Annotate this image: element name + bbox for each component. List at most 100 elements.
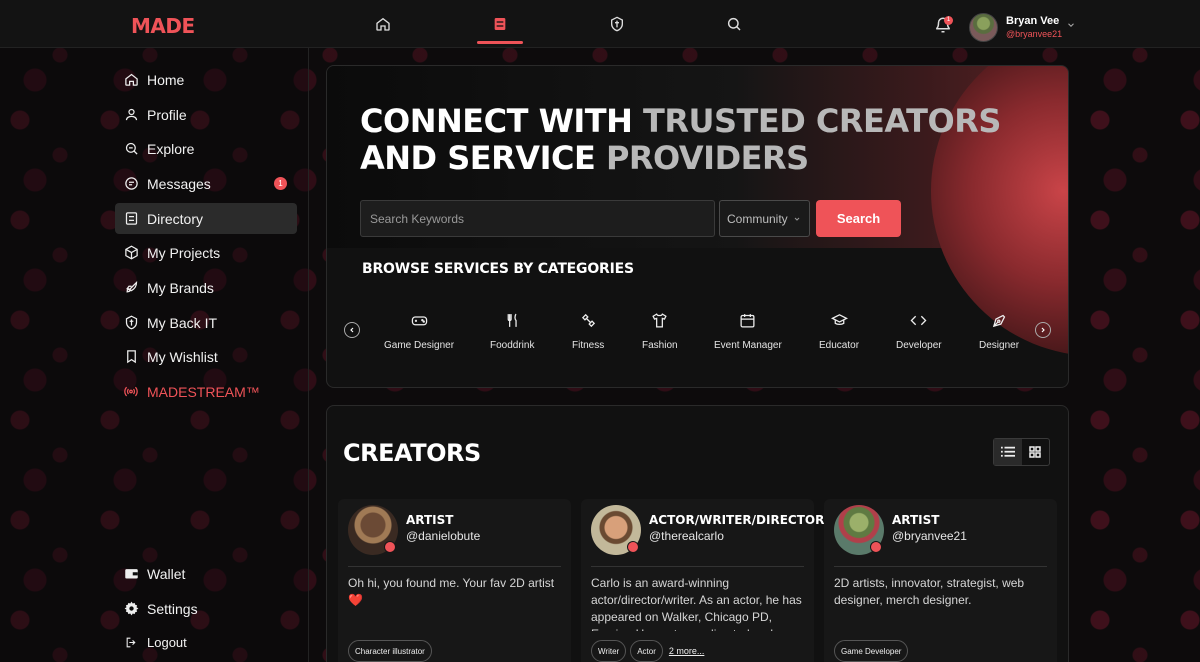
category-fitness[interactable]: Fitness xyxy=(572,311,604,351)
rocket-icon xyxy=(123,280,139,296)
creator-bio: Oh hi, you found me. Your fav 2D artist❤… xyxy=(348,576,555,607)
creator-tag[interactable]: Game Developer xyxy=(834,640,909,662)
sidebar-item-my-brands[interactable]: My Brands xyxy=(115,272,297,303)
grid-view-button[interactable] xyxy=(1022,439,1050,465)
creator-handle[interactable]: @therealcarlo xyxy=(649,529,724,543)
user-avatar[interactable] xyxy=(969,13,998,42)
sidebar-item-wallet[interactable]: Wallet xyxy=(115,558,297,589)
divider xyxy=(591,566,804,567)
category-label: Game Designer xyxy=(384,340,455,351)
creator-bio: Carlo is an award-winning actor/director… xyxy=(591,576,802,631)
categories-next-button[interactable] xyxy=(1035,322,1051,338)
sidebar-item-logout[interactable]: Logout xyxy=(115,627,297,658)
creator-handle[interactable]: @bryanvee21 xyxy=(892,529,967,543)
hero-title: CONNECT WITH TRUSTED CREATORS AND SERVIC… xyxy=(360,102,1001,177)
search-button[interactable]: Search xyxy=(816,200,901,237)
grid-icon xyxy=(1029,446,1041,458)
code-icon xyxy=(910,311,927,329)
sidebar-item-settings[interactable]: Settings xyxy=(115,593,297,624)
sidebar-item-label: Directory xyxy=(147,210,204,227)
dumbbell-icon xyxy=(580,311,597,329)
logout-icon xyxy=(123,635,139,651)
shield-icon xyxy=(123,315,139,331)
sidebar-item-label: My Brands xyxy=(147,279,214,296)
chevron-down-icon[interactable] xyxy=(1066,20,1076,30)
user-name[interactable]: Bryan Vee xyxy=(1006,15,1059,27)
creator-tag[interactable]: Actor xyxy=(630,640,663,662)
top-nav-home[interactable] xyxy=(360,0,406,48)
creator-handle[interactable]: @danielobute xyxy=(406,529,480,543)
creator-card[interactable]: ACTOR/WRITER/DIRECTOR @therealcarlo Carl… xyxy=(581,499,824,662)
sidebar-item-my-back-it[interactable]: My Back IT xyxy=(115,307,297,338)
top-nav xyxy=(360,0,828,48)
top-bar: MADE 1 Bryan Vee @bryanvee21 xyxy=(0,0,1200,48)
pen-tool-icon xyxy=(991,311,1008,329)
directory-icon xyxy=(494,18,506,30)
gear-icon xyxy=(123,601,139,617)
categories-prev-button[interactable] xyxy=(344,322,360,338)
sidebar-item-label: My Projects xyxy=(147,244,221,261)
utensils-icon xyxy=(504,311,521,329)
messages-badge: 1 xyxy=(274,177,287,190)
browse-categories-title: BROWSE SERVICES BY CATEGORIES xyxy=(362,261,634,277)
sidebar-item-label: Messages xyxy=(147,175,211,192)
sidebar-item-label: Explore xyxy=(147,140,195,157)
sidebar-item-directory[interactable]: Directory xyxy=(115,203,297,234)
creator-tag[interactable]: Character illustrator xyxy=(348,640,432,662)
category-label: Event Manager xyxy=(714,340,782,351)
creator-card[interactable]: ARTIST @danielobute Oh hi, you found me.… xyxy=(338,499,571,662)
more-tags-link[interactable]: 2 more... xyxy=(669,646,705,656)
sidebar-item-profile[interactable]: Profile xyxy=(115,99,297,130)
list-icon xyxy=(1000,446,1015,457)
search-icon xyxy=(727,17,741,31)
category-label: Designer xyxy=(979,340,1020,351)
category-fashion[interactable]: Fashion xyxy=(642,311,678,351)
category-label: Educator xyxy=(819,340,860,351)
verified-badge-icon xyxy=(384,541,396,553)
shirt-icon xyxy=(651,311,668,329)
category-game-designer[interactable]: Game Designer xyxy=(384,311,454,351)
gamepad-icon xyxy=(411,311,428,329)
creator-role: ARTIST xyxy=(406,513,454,527)
shield-icon xyxy=(611,16,623,32)
sidebar-item-madestream[interactable]: MADESTREAM™ xyxy=(115,376,297,407)
cube-icon xyxy=(123,245,139,261)
broadcast-icon xyxy=(123,384,139,400)
verified-badge-icon xyxy=(870,541,882,553)
made-logo[interactable]: MADE xyxy=(131,14,195,38)
top-nav-shield[interactable] xyxy=(594,0,640,48)
sidebar-item-messages[interactable]: Messages 1 xyxy=(115,168,297,199)
directory-hero-card: CONNECT WITH TRUSTED CREATORS AND SERVIC… xyxy=(326,65,1069,388)
sidebar-item-label: Home xyxy=(147,71,185,88)
sidebar-item-my-wishlist[interactable]: My Wishlist xyxy=(115,341,297,372)
top-nav-directory[interactable] xyxy=(477,0,523,48)
message-icon xyxy=(123,176,139,192)
sidebar-item-explore[interactable]: Explore xyxy=(115,133,297,164)
sidebar-item-home[interactable]: Home xyxy=(115,64,297,95)
top-nav-search[interactable] xyxy=(711,0,757,48)
sidebar-item-label: Logout xyxy=(147,635,187,650)
category-designer[interactable]: Designer xyxy=(979,311,1019,351)
category-event-manager[interactable]: Event Manager xyxy=(714,311,782,351)
user-icon xyxy=(123,107,139,123)
creator-tag[interactable]: Writer xyxy=(591,640,627,662)
community-select[interactable]: Community xyxy=(719,200,810,237)
creators-section: CREATORS ARTIST @danielobute Oh hi, you … xyxy=(326,405,1069,662)
list-view-button[interactable] xyxy=(994,439,1022,465)
graduation-cap-icon xyxy=(830,311,848,329)
home-icon xyxy=(376,17,390,31)
verified-badge-icon xyxy=(627,541,639,553)
category-label: Fashion xyxy=(642,340,678,351)
creator-card[interactable]: ARTIST @bryanvee21 2D artists, innovator… xyxy=(824,499,1057,662)
category-label: Developer xyxy=(896,340,942,351)
category-fooddrink[interactable]: Fooddrink xyxy=(490,311,534,351)
search-keywords-input[interactable] xyxy=(360,200,715,237)
category-educator[interactable]: Educator xyxy=(819,311,859,351)
sidebar-item-label: Profile xyxy=(147,106,187,123)
category-developer[interactable]: Developer xyxy=(896,311,942,351)
calendar-icon xyxy=(739,311,756,329)
notification-badge: 1 xyxy=(944,16,953,25)
sidebar-item-my-projects[interactable]: My Projects xyxy=(115,237,297,268)
creator-role: ARTIST xyxy=(892,513,940,527)
sidebar-item-label: My Wishlist xyxy=(147,348,218,365)
